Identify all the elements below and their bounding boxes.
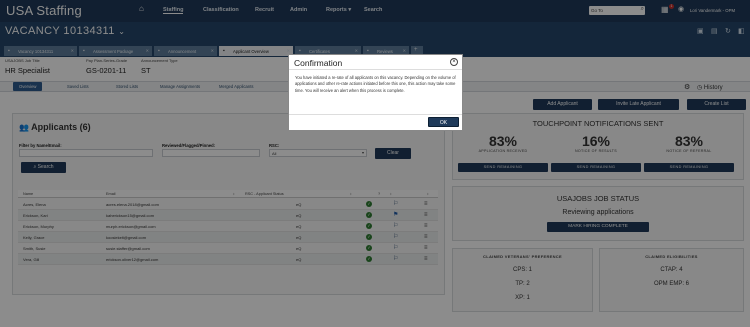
dialog-title: Confirmation xyxy=(294,58,343,68)
divider xyxy=(289,69,462,70)
close-icon[interactable]: × xyxy=(450,58,458,66)
ok-button[interactable]: OK xyxy=(428,117,459,127)
confirmation-dialog: Confirmation × You have initiated a re-r… xyxy=(288,54,463,131)
dialog-message: You have initiated a re-rate of all appl… xyxy=(295,75,456,93)
divider xyxy=(289,114,462,115)
modal-backdrop xyxy=(0,0,750,327)
